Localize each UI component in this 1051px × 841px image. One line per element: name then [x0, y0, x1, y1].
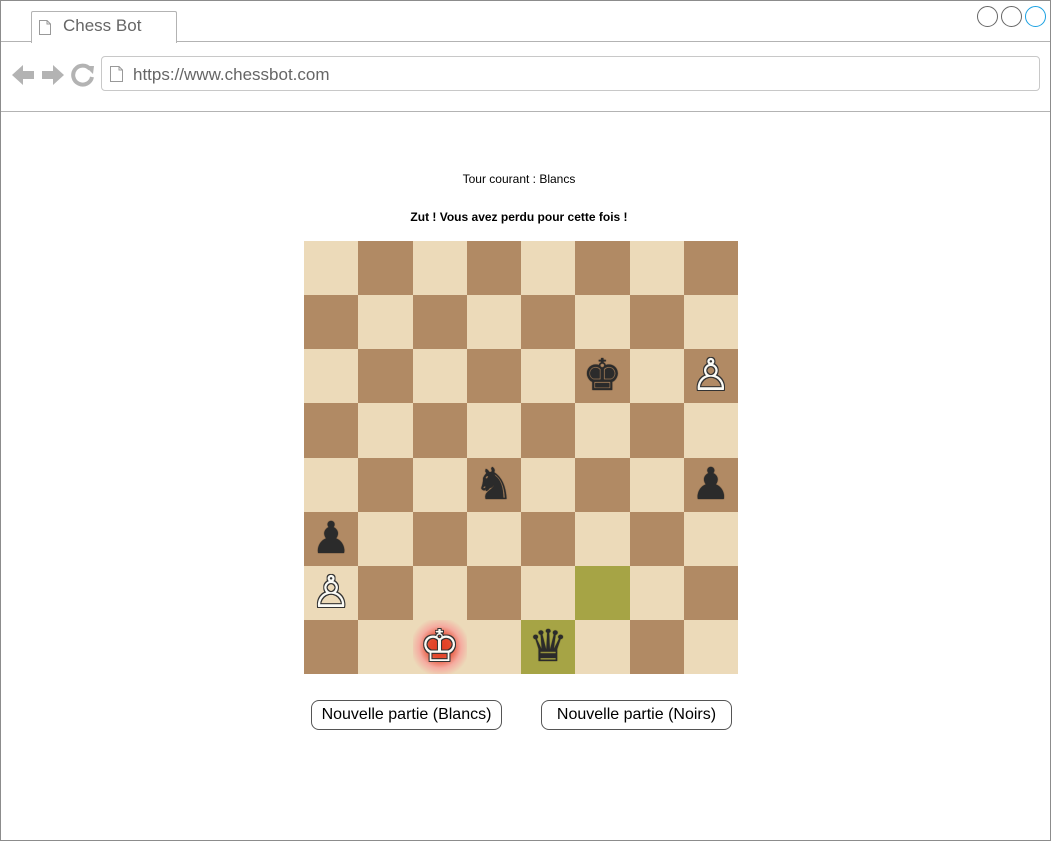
square-h8[interactable]: [683, 241, 738, 296]
square-c6[interactable]: [412, 349, 467, 404]
white-pawn-piece[interactable]: ♙: [691, 354, 730, 398]
square-c4[interactable]: [412, 457, 467, 512]
square-b2[interactable]: [358, 565, 413, 620]
game-result-message: Zut ! Vous avez perdu pour cette fois !: [410, 210, 628, 224]
square-d6[interactable]: [466, 349, 521, 404]
square-e8[interactable]: [521, 241, 576, 296]
navigation-bar: https://www.chessbot.com: [1, 42, 1050, 112]
square-d7[interactable]: [466, 295, 521, 350]
white-pawn-piece[interactable]: ♙: [311, 570, 350, 615]
window-controls: [977, 6, 1046, 27]
maximize-button[interactable]: [1001, 6, 1022, 27]
browser-window: Chess Bot https://www.chessbot.com Tour …: [0, 0, 1051, 841]
square-b1[interactable]: [358, 619, 413, 674]
reload-icon[interactable]: [71, 63, 95, 87]
white-king-piece[interactable]: ♔: [420, 624, 459, 669]
square-c2[interactable]: [412, 565, 467, 620]
square-g7[interactable]: [629, 295, 684, 350]
square-h4[interactable]: ♟: [683, 457, 738, 512]
square-c1[interactable]: ♔: [412, 619, 467, 674]
square-f2[interactable]: [575, 565, 630, 620]
square-a3[interactable]: ♟: [304, 511, 359, 566]
square-b5[interactable]: [358, 403, 413, 458]
square-d5[interactable]: [466, 403, 521, 458]
square-h1[interactable]: [683, 619, 738, 674]
square-c3[interactable]: [412, 511, 467, 566]
forward-arrow-icon[interactable]: [41, 63, 65, 87]
url-text: https://www.chessbot.com: [133, 65, 330, 84]
back-arrow-icon[interactable]: [11, 63, 35, 87]
close-button[interactable]: [1025, 6, 1046, 27]
square-c5[interactable]: [412, 403, 467, 458]
square-d3[interactable]: [466, 511, 521, 566]
square-h7[interactable]: [683, 295, 738, 350]
chess-board[interactable]: ♚ ♙ ♞ ♟ ♟ ♙ ♔ ♛: [304, 241, 738, 674]
square-c7[interactable]: [412, 295, 467, 350]
square-f3[interactable]: [575, 511, 630, 566]
square-f4[interactable]: [575, 457, 630, 512]
square-f7[interactable]: [575, 295, 630, 350]
square-b7[interactable]: [358, 295, 413, 350]
square-b8[interactable]: [358, 241, 413, 296]
square-f6[interactable]: ♚: [575, 349, 630, 404]
square-g2[interactable]: [629, 565, 684, 620]
square-h2[interactable]: [683, 565, 738, 620]
address-bar[interactable]: https://www.chessbot.com: [101, 56, 1040, 91]
square-b3[interactable]: [358, 511, 413, 566]
square-b4[interactable]: [358, 457, 413, 512]
page-icon: [110, 66, 123, 82]
square-e6[interactable]: [521, 349, 576, 404]
square-e5[interactable]: [521, 403, 576, 458]
square-d1[interactable]: [466, 619, 521, 674]
square-g1[interactable]: [629, 619, 684, 674]
square-a7[interactable]: [304, 295, 359, 350]
square-g6[interactable]: [629, 349, 684, 404]
minimize-button[interactable]: [977, 6, 998, 27]
square-a4[interactable]: [304, 457, 359, 512]
square-d8[interactable]: [466, 241, 521, 296]
square-g3[interactable]: [629, 511, 684, 566]
square-f1[interactable]: [575, 619, 630, 674]
square-h5[interactable]: [683, 403, 738, 458]
square-e3[interactable]: [521, 511, 576, 566]
square-e7[interactable]: [521, 295, 576, 350]
square-a8[interactable]: [304, 241, 359, 296]
black-queen-piece[interactable]: ♛: [528, 624, 567, 669]
square-f5[interactable]: [575, 403, 630, 458]
square-e2[interactable]: [521, 565, 576, 620]
square-e4[interactable]: [521, 457, 576, 512]
square-g4[interactable]: [629, 457, 684, 512]
turn-indicator: Tour courant : Blancs: [462, 172, 576, 186]
black-pawn-piece[interactable]: ♟: [691, 462, 730, 507]
tab-title: Chess Bot: [63, 16, 142, 35]
square-f8[interactable]: [575, 241, 630, 296]
square-a6[interactable]: [304, 349, 359, 404]
new-game-black-button[interactable]: Nouvelle partie (Noirs): [541, 700, 732, 730]
square-g5[interactable]: [629, 403, 684, 458]
black-pawn-piece[interactable]: ♟: [311, 516, 350, 561]
page-icon: [39, 20, 51, 35]
black-king-piece[interactable]: ♚: [583, 354, 622, 398]
new-game-white-button[interactable]: Nouvelle partie (Blancs): [311, 700, 502, 730]
square-h3[interactable]: [683, 511, 738, 566]
square-a5[interactable]: [304, 403, 359, 458]
square-a1[interactable]: [304, 619, 359, 674]
square-d4[interactable]: ♞: [466, 457, 521, 512]
square-h6[interactable]: ♙: [683, 349, 738, 404]
square-e1[interactable]: ♛: [521, 619, 576, 674]
square-a2[interactable]: ♙: [304, 565, 359, 620]
square-b6[interactable]: [358, 349, 413, 404]
browser-tab[interactable]: Chess Bot: [31, 11, 177, 43]
black-knight-piece[interactable]: ♞: [474, 462, 513, 507]
square-d2[interactable]: [466, 565, 521, 620]
square-c8[interactable]: [412, 241, 467, 296]
square-g8[interactable]: [629, 241, 684, 296]
